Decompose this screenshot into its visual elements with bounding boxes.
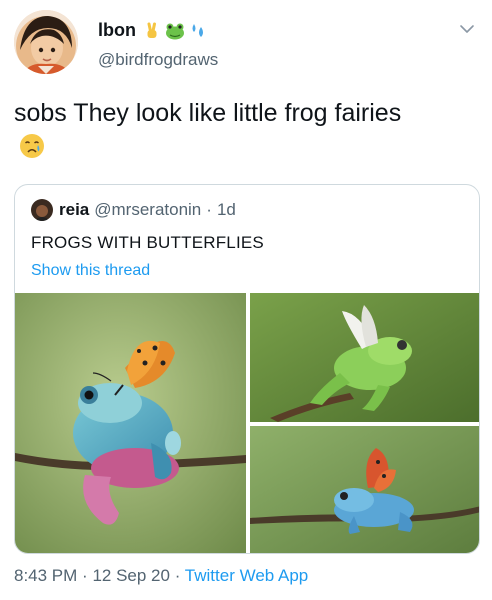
meta-separator: · [174, 566, 181, 585]
quoted-timestamp[interactable]: 1d [217, 200, 236, 220]
photo-frog-orange-butterfly[interactable] [15, 293, 246, 553]
quoted-display-name[interactable]: reia [59, 200, 89, 220]
media-grid [15, 293, 479, 553]
tweet-meta: 8:43 PM · 12 Sep 20 · Twitter Web App [14, 566, 308, 586]
tweet-body: sobs They look like little frog fairies [14, 96, 434, 164]
tweet-header: lbon @birdfrogdraws [14, 10, 478, 80]
author-display-name[interactable]: lbon [98, 20, 136, 41]
name-emojis [142, 21, 208, 41]
quoted-tweet-text: FROGS WITH BUTTERFLIES [31, 233, 264, 252]
green-frog-white-butterfly-image [250, 293, 479, 422]
quoted-tweet-card[interactable]: reia @mrseratonin · 1d FROGS WITH BUTTER… [14, 184, 480, 554]
frog-orange-butterfly-image [15, 293, 246, 553]
author-avatar[interactable] [14, 10, 78, 74]
quoted-tweet-header: reia @mrseratonin · 1d [31, 199, 236, 221]
meta-separator: · [82, 566, 88, 585]
quoted-avatar-illustration [31, 199, 53, 221]
quoted-handle[interactable]: @mrseratonin [94, 200, 201, 220]
avatar-illustration [14, 10, 78, 74]
quoted-separator: · [206, 200, 212, 219]
tweet-time[interactable]: 8:43 PM [14, 566, 77, 585]
quoted-author-avatar[interactable] [31, 199, 53, 221]
photo-blue-frog-red-butterfly[interactable] [250, 426, 479, 553]
sweat-droplets-emoji-icon [192, 23, 203, 37]
tweet-text: sobs They look like little frog fairies [14, 99, 402, 127]
blue-frog-red-butterfly-image [250, 426, 479, 553]
photo-green-frog-white-butterfly[interactable] [250, 293, 479, 422]
crying-face-emoji-icon [20, 134, 44, 158]
victory-hand-emoji-icon [147, 22, 157, 38]
show-thread-link[interactable]: Show this thread [31, 262, 150, 280]
frog-emoji-icon [166, 23, 184, 39]
tweet-source[interactable]: Twitter Web App [185, 566, 308, 585]
author-handle[interactable]: @birdfrogdraws [98, 50, 218, 70]
chevron-down-icon[interactable] [456, 18, 478, 40]
tweet-date[interactable]: 12 Sep 20 [92, 566, 170, 585]
